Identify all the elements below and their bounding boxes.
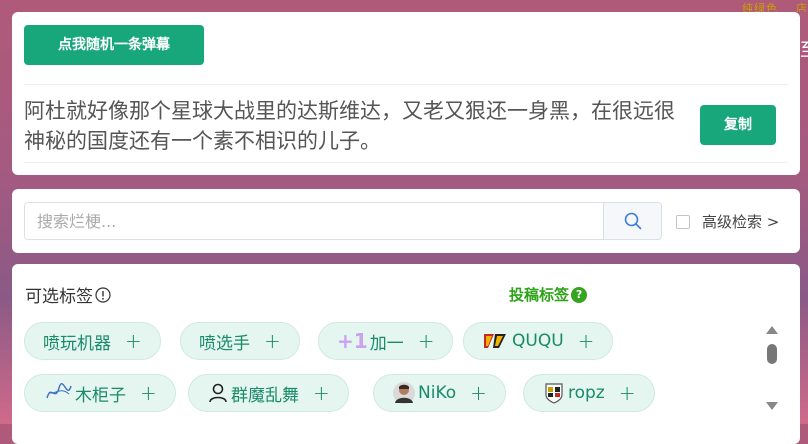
tags-scrollbar[interactable] (766, 326, 778, 410)
add-tag-icon: + (618, 381, 636, 405)
search-button[interactable] (603, 203, 661, 239)
tag-pen-wan-ji-qi[interactable]: 喷玩机器 + (24, 322, 161, 360)
top-right-text-1: 纯绿色 (742, 2, 778, 12)
tags-title: 可选标签 (25, 282, 111, 307)
advanced-search[interactable]: 高级检索 > (676, 211, 779, 232)
team-crest-icon (542, 381, 566, 405)
tags-title-label: 可选标签 (25, 287, 93, 307)
danmu-text: 阿杜就好像那个星球大战里的达斯维达，又老又狠还一身黑，在很远很神秘的国度还有一个… (24, 99, 675, 153)
tag-qun-mo-luan-wu[interactable]: 群魔乱舞 + (188, 374, 349, 412)
scroll-down-arrow-icon[interactable] (766, 402, 778, 410)
divider-bottom (24, 162, 788, 163)
tag-label: 群魔乱舞 (231, 385, 299, 406)
danmu-card: 点我随机一条弹幕 阿杜就好像那个星球大战里的达斯维达，又老又狠还一身黑，在很远很… (12, 12, 800, 175)
edge-character: 至 (800, 36, 808, 62)
tag-ququ[interactable]: QUQU + (463, 322, 614, 360)
advanced-search-label: 高级检索 > (702, 213, 780, 231)
team-logo-icon (482, 330, 510, 352)
submit-tag-label: 投稿标签 (509, 286, 570, 304)
submit-tag-link[interactable]: 投稿标签 ? (509, 284, 588, 305)
search-icon (624, 212, 641, 230)
add-tag-icon: + (417, 329, 435, 353)
add-tag-icon: + (577, 329, 595, 353)
scroll-thumb[interactable] (767, 344, 777, 364)
signature-logo-icon (45, 382, 73, 404)
add-tag-icon: + (313, 381, 330, 405)
advanced-search-checkbox[interactable] (676, 214, 690, 229)
top-right-text: 纯绿色 店 (724, 0, 808, 12)
tags-card: 可选标签 投稿标签 ? 喷玩机器 + 喷选手 + +1 加一 + QUQU + … (12, 264, 800, 444)
add-tag-icon: + (140, 381, 157, 405)
tag-pen-xuan-shou[interactable]: 喷选手 + (180, 322, 300, 360)
random-danmu-button[interactable]: 点我随机一条弹幕 (24, 25, 204, 65)
tag-label: NiKo (418, 383, 457, 403)
player-avatar-icon (392, 381, 416, 405)
scroll-up-arrow-icon[interactable] (766, 326, 778, 334)
search-input[interactable] (25, 203, 603, 239)
tag-label: 木柜子 (75, 385, 126, 406)
tag-label: 喷玩机器 (43, 333, 111, 354)
add-tag-icon: + (264, 329, 281, 353)
person-outline-icon (207, 382, 229, 404)
info-icon[interactable] (95, 286, 111, 303)
tag-jia-yi[interactable]: +1 加一 + (318, 322, 454, 360)
tag-mu-gui-zi[interactable]: 木柜子 + (24, 374, 176, 412)
tag-label: ropz (568, 383, 605, 403)
tag-ropz[interactable]: ropz + (523, 374, 655, 412)
add-tag-icon: + (470, 381, 487, 405)
tag-label: QUQU (512, 331, 564, 351)
search-card: 高级检索 > (12, 189, 800, 253)
tag-label: 喷选手 (199, 333, 250, 354)
help-icon: ? (571, 286, 588, 303)
divider-top (24, 84, 788, 85)
tag-niko[interactable]: NiKo + (373, 374, 506, 412)
search-box (24, 202, 662, 240)
add-tag-icon: + (125, 329, 142, 353)
copy-button[interactable]: 复制 (700, 105, 776, 145)
tag-label: 加一 (369, 333, 404, 354)
plus-one-icon: +1 (337, 329, 368, 353)
top-right-text-2: 店 (796, 2, 808, 12)
